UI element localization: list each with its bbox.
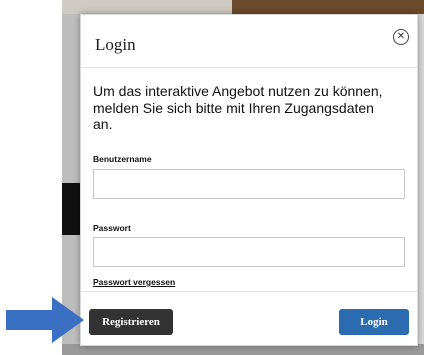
arrow-right-icon: [6, 297, 84, 343]
dialog-title: Login: [95, 35, 136, 54]
login-dialog: Login ✕ Um das interaktive Angebot nutze…: [80, 14, 418, 346]
username-label: Benutzername: [93, 154, 152, 164]
intro-text: Um das interaktive Angebot nutzen zu kön…: [93, 83, 383, 132]
password-field[interactable]: [93, 237, 405, 267]
background-image-top: [62, 0, 232, 14]
forgot-password-link[interactable]: Passwort vergessen: [93, 277, 175, 287]
footer-divider: [81, 291, 417, 292]
close-icon[interactable]: ✕: [393, 29, 409, 45]
header-divider: [81, 67, 417, 68]
password-label: Passwort: [93, 223, 131, 233]
username-field[interactable]: [93, 169, 405, 199]
background-left-dark-block: [62, 183, 80, 235]
login-button[interactable]: Login: [339, 309, 409, 335]
register-button[interactable]: Registrieren: [89, 309, 173, 335]
